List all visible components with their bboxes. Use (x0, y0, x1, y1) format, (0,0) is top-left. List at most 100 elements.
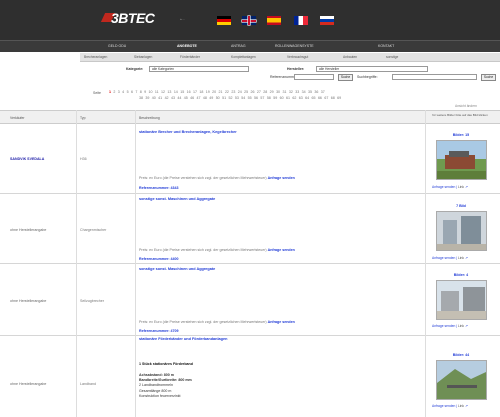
row-inquiry-link[interactable]: Anfrage senden (268, 176, 295, 180)
page-link-25[interactable]: 25 (244, 90, 248, 94)
page-link-39[interactable]: 39 (145, 96, 149, 100)
russian-flag-icon[interactable] (320, 16, 334, 25)
page-link-22[interactable]: 22 (225, 90, 229, 94)
page-link-68[interactable]: 68 (331, 96, 335, 100)
page-link-41[interactable]: 41 (158, 96, 162, 100)
page-link-11[interactable]: 11 (155, 90, 159, 94)
page-link-36[interactable]: 36 (314, 90, 318, 94)
page-link-56[interactable]: 56 (254, 96, 258, 100)
row-title[interactable]: sonstige sonst. Maschinen und Aggregate (139, 197, 419, 201)
external-link-icon[interactable]: ↗ (465, 185, 468, 189)
page-link-42[interactable]: 42 (165, 96, 169, 100)
nav-item-rollen[interactable]: ROLLENWAGENSYSTE (275, 44, 314, 48)
page-link-10[interactable]: 10 (149, 90, 153, 94)
subnav-siebanlagen[interactable]: Siebanlagen (134, 55, 152, 59)
french-flag-icon[interactable] (294, 16, 308, 25)
page-link-47[interactable]: 47 (197, 96, 201, 100)
maker-select[interactable]: alle Hersteller (316, 66, 428, 72)
page-link-20[interactable]: 20 (212, 90, 216, 94)
subnav-sonstige[interactable]: sonstige (386, 55, 398, 59)
page-link-8[interactable]: 8 (140, 90, 142, 94)
page-link-66[interactable]: 66 (318, 96, 322, 100)
page-link-61[interactable]: 61 (286, 96, 290, 100)
page-link-12[interactable]: 12 (161, 90, 165, 94)
row-thumbnail[interactable] (436, 280, 487, 320)
row-link[interactable]: Link (458, 185, 464, 189)
subnav-verbrauchsgut[interactable]: Verbrauchsgut (287, 55, 308, 59)
page-link-7[interactable]: 7 (135, 90, 137, 94)
page-link-2[interactable]: 2 (113, 90, 115, 94)
page-link-23[interactable]: 23 (231, 90, 235, 94)
category-select[interactable]: alle Kategorien (149, 66, 249, 72)
page-link-4[interactable]: 4 (122, 90, 124, 94)
page-link-6[interactable]: 6 (131, 90, 133, 94)
subnav-brecheranlagen[interactable]: Brecheranlagen (84, 55, 107, 59)
row-link[interactable]: Link (458, 404, 464, 408)
row-thumbnail[interactable] (436, 360, 487, 400)
row-thumbnail[interactable] (436, 140, 487, 180)
page-link-53[interactable]: 53 (235, 96, 239, 100)
row-inquiry-button[interactable]: Anfrage senden (432, 256, 455, 260)
page-link-60[interactable]: 60 (280, 96, 284, 100)
page-link-33[interactable]: 33 (295, 90, 299, 94)
page-link-57[interactable]: 57 (260, 96, 264, 100)
page-link-46[interactable]: 46 (190, 96, 194, 100)
company-logo[interactable]: 3BTEC (100, 9, 155, 29)
page-link-1[interactable]: 1 (109, 90, 111, 94)
page-link-63[interactable]: 63 (299, 96, 303, 100)
row-link[interactable]: Link (458, 256, 464, 260)
page-link-24[interactable]: 24 (238, 90, 242, 94)
page-link-65[interactable]: 65 (312, 96, 316, 100)
keyword-input[interactable] (392, 74, 477, 80)
page-link-27[interactable]: 27 (257, 90, 261, 94)
page-link-62[interactable]: 62 (292, 96, 296, 100)
refnum-search-button[interactable]: Suche (338, 73, 353, 81)
subnav-anbauten[interactable]: Anbauten (343, 55, 357, 59)
page-link-69[interactable]: 69 (337, 96, 341, 100)
row-inquiry-button[interactable]: Anfrage senden (432, 324, 455, 328)
nav-item-1[interactable]: GELD ODU (108, 44, 126, 48)
page-link-16[interactable]: 16 (187, 90, 191, 94)
view-toggle-link[interactable]: Ansicht ändern (455, 104, 477, 108)
page-link-55[interactable]: 55 (248, 96, 252, 100)
page-link-18[interactable]: 18 (199, 90, 203, 94)
page-link-35[interactable]: 35 (308, 90, 312, 94)
keyword-search-button[interactable]: Suche (481, 73, 496, 81)
page-link-14[interactable]: 14 (174, 90, 178, 94)
external-link-icon[interactable]: ↗ (465, 324, 468, 328)
row-inquiry-link[interactable]: Anfrage senden (268, 320, 295, 324)
subnav-komplettanlagen[interactable]: Komplettanlagen (231, 55, 256, 59)
external-link-icon[interactable]: ↗ (465, 404, 468, 408)
row-link[interactable]: Link (458, 324, 464, 328)
page-link-29[interactable]: 29 (270, 90, 274, 94)
page-link-49[interactable]: 49 (209, 96, 213, 100)
nav-item-kontakt[interactable]: KONTAKT (378, 44, 394, 48)
page-link-48[interactable]: 48 (203, 96, 207, 100)
page-link-40[interactable]: 40 (152, 96, 156, 100)
row-seller[interactable]: SANDVIK SVEDALA (10, 157, 44, 161)
page-link-9[interactable]: 9 (144, 90, 146, 94)
row-thumbnail[interactable] (436, 211, 487, 251)
page-link-37[interactable]: 37 (321, 90, 325, 94)
nav-item-antrag[interactable]: ANTRAG (231, 44, 246, 48)
row-inquiry-button[interactable]: Anfrage senden (432, 185, 455, 189)
page-link-45[interactable]: 45 (184, 96, 188, 100)
english-flag-icon[interactable] (242, 16, 256, 25)
german-flag-icon[interactable] (217, 16, 231, 25)
page-link-34[interactable]: 34 (302, 90, 306, 94)
page-link-30[interactable]: 30 (276, 90, 280, 94)
page-link-58[interactable]: 58 (267, 96, 271, 100)
page-link-44[interactable]: 44 (177, 96, 181, 100)
page-link-17[interactable]: 17 (193, 90, 197, 94)
subnav-foerderbaender[interactable]: Förderbänder (180, 55, 200, 59)
page-link-31[interactable]: 31 (282, 90, 286, 94)
page-link-5[interactable]: 5 (127, 90, 129, 94)
refnum-input[interactable] (294, 74, 334, 80)
row-title[interactable]: stationäre Brecher und Brecheranlagen, K… (139, 130, 419, 134)
page-link-51[interactable]: 51 (222, 96, 226, 100)
page-link-15[interactable]: 15 (180, 90, 184, 94)
page-link-52[interactable]: 52 (228, 96, 232, 100)
page-link-50[interactable]: 50 (216, 96, 220, 100)
spanish-flag-icon[interactable] (267, 16, 281, 25)
external-link-icon[interactable]: ↗ (465, 256, 468, 260)
